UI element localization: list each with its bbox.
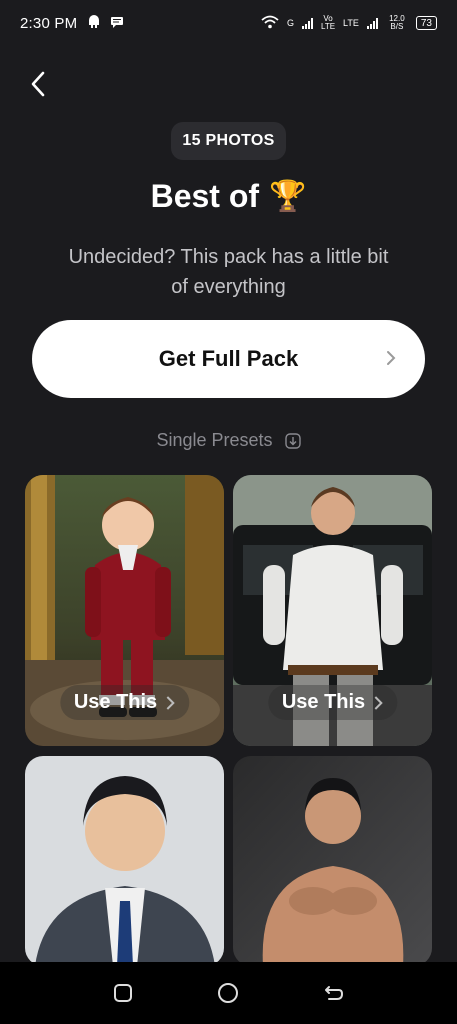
chevron-right-icon — [387, 351, 396, 365]
lte-label: LTE — [343, 18, 359, 28]
network-label: G — [287, 18, 295, 28]
single-presets-header[interactable]: Single Presets — [0, 430, 457, 451]
get-full-pack-label: Get Full Pack — [158, 346, 299, 371]
use-this-label: Use This — [281, 691, 366, 713]
chevron-right-icon — [374, 695, 383, 710]
trophy-icon: 🏆 — [269, 180, 307, 213]
use-this-button[interactable]: Use This — [59, 685, 190, 720]
status-time: 2:30 PM — [20, 14, 78, 32]
preset-card[interactable] — [25, 756, 224, 966]
page-title: Best of 🏆 — [0, 178, 457, 215]
chevron-left-icon — [31, 71, 45, 97]
wifi-icon — [261, 15, 279, 31]
back-button[interactable] — [22, 66, 54, 102]
use-this-label: Use This — [73, 691, 158, 713]
system-nav-bar — [0, 962, 457, 1024]
android-icon — [87, 14, 101, 32]
signal-icon-2 — [366, 17, 378, 29]
message-icon — [111, 15, 124, 32]
preset-card[interactable] — [233, 756, 432, 966]
circle-icon — [218, 983, 239, 1003]
page-title-text: Best of — [150, 178, 260, 214]
back-arrow-icon — [325, 986, 344, 1000]
download-icon — [284, 432, 301, 449]
page-subtitle: Undecided? This pack has a little bit of… — [68, 246, 389, 298]
use-this-button[interactable]: Use This — [267, 685, 398, 720]
photo-count-badge: 15 PHOTOS — [171, 122, 286, 160]
get-full-pack-button[interactable]: Get Full Pack — [32, 320, 425, 398]
volte-label: Vo LTE — [321, 14, 336, 31]
speed-label: 12.0 B/S — [389, 14, 405, 31]
home-button[interactable] — [208, 973, 248, 1013]
single-presets-label: Single Presets — [156, 430, 273, 450]
preset-image — [25, 756, 224, 966]
preset-card[interactable]: Use This — [25, 475, 224, 746]
signal-icon — [302, 17, 314, 29]
status-bar: 2:30 PM G Vo LTE LTE 12.0 B/S 73 — [0, 0, 457, 46]
square-icon — [113, 984, 132, 1002]
system-back-button[interactable] — [314, 973, 354, 1013]
preset-image — [233, 756, 432, 966]
preset-card[interactable]: Use This — [233, 475, 432, 746]
chevron-right-icon — [166, 695, 175, 710]
recent-apps-button[interactable] — [103, 973, 143, 1013]
battery-indicator: 73 — [415, 16, 437, 30]
